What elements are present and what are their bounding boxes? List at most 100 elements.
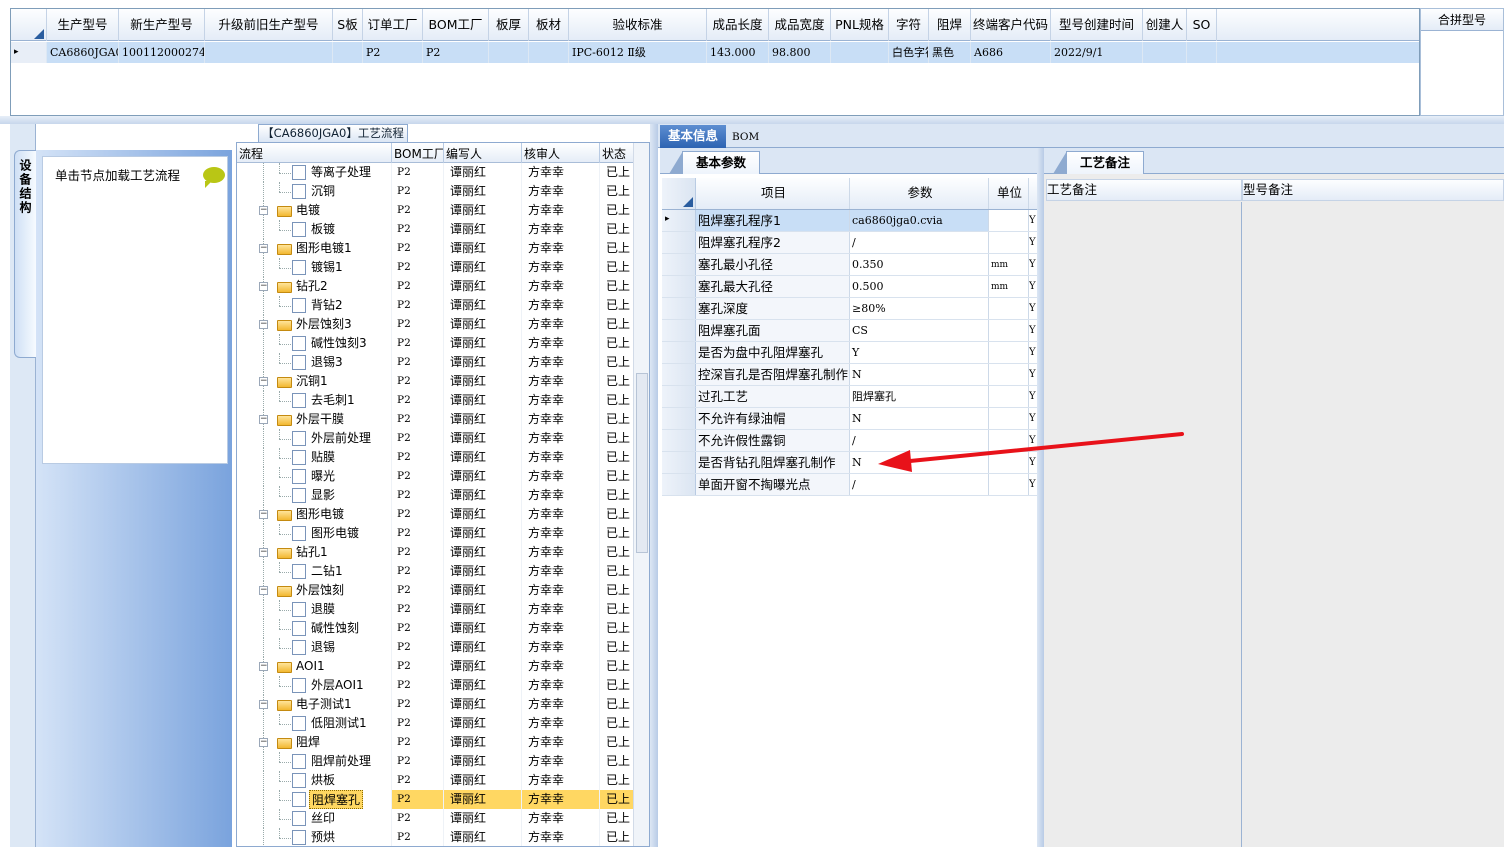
process-row[interactable]: − 沉铜1 P2 谭丽红 方幸幸 已上 [237, 372, 635, 391]
process-scroll-thumb[interactable] [636, 373, 648, 553]
column-header[interactable]: S板 [333, 9, 363, 41]
param-value-cell[interactable]: 0.350 [850, 254, 989, 275]
process-row[interactable]: 丝印 P2 谭丽红 方幸幸 已上 [237, 809, 635, 828]
process-tree-cell[interactable]: 等离子处理 [237, 163, 392, 182]
params-column-header[interactable]: 项目 [696, 178, 850, 209]
process-tree-cell[interactable]: 碱性蚀刻 [237, 619, 392, 638]
params-row[interactable]: 过孔工艺 阻焊塞孔 Y [662, 386, 1038, 408]
process-tree-cell[interactable]: 镀锡1 [237, 258, 392, 277]
grid-cell[interactable]: P2 [423, 42, 489, 63]
row-header[interactable] [662, 430, 696, 451]
process-row[interactable]: − 外层蚀刻3 P2 谭丽红 方幸幸 已上 [237, 315, 635, 334]
expand-icon[interactable]: − [259, 548, 268, 557]
process-tree-cell[interactable]: 去毛刺1 [237, 391, 392, 410]
params-row[interactable]: 塞孔最小孔径 0.350 mm Y [662, 254, 1038, 276]
node-box[interactable]: 单击节点加载工艺流程 [42, 156, 228, 464]
params-row[interactable]: 控深盲孔是否阻焊塞孔制作 N Y [662, 364, 1038, 386]
row-header[interactable] [662, 364, 696, 385]
process-row[interactable]: − 钻孔1 P2 谭丽红 方幸幸 已上 [237, 543, 635, 562]
row-header[interactable]: ▸ [662, 210, 696, 231]
model-notes-textarea[interactable] [1242, 202, 1504, 847]
vertical-splitter[interactable] [650, 124, 658, 847]
vertical-splitter-2[interactable] [1037, 148, 1044, 847]
param-value-cell[interactable]: ≥80% [850, 298, 989, 319]
column-header[interactable]: 订单工厂 [363, 9, 423, 41]
grid-cell[interactable] [1187, 42, 1217, 63]
process-tree-cell[interactable]: 低阻测试1 [237, 714, 392, 733]
row-header[interactable] [662, 276, 696, 297]
row-header[interactable] [662, 298, 696, 319]
process-tree-cell[interactable]: 退锡3 [237, 353, 392, 372]
expand-icon[interactable]: − [259, 586, 268, 595]
column-header[interactable]: 生产型号 [47, 9, 119, 41]
row-header[interactable] [662, 342, 696, 363]
process-column-header[interactable]: BOM工厂 [392, 143, 444, 163]
process-row[interactable]: 显影 P2 谭丽红 方幸幸 已上 [237, 486, 635, 505]
process-tree-cell[interactable]: − 电子测试1 [237, 695, 392, 714]
param-value-cell[interactable]: CS [850, 320, 989, 341]
param-value-cell[interactable]: 0.500 [850, 276, 989, 297]
column-header[interactable]: 新生产型号 [119, 9, 205, 41]
process-column-header[interactable]: 状态 [600, 143, 635, 163]
grid-cell[interactable] [831, 42, 889, 63]
tab-process-notes[interactable]: 工艺备注 [1053, 151, 1144, 174]
process-column-header[interactable]: 流程 [237, 143, 392, 163]
column-header[interactable]: 验收标准 [569, 9, 707, 41]
process-row[interactable]: 退锡 P2 谭丽红 方幸幸 已上 [237, 638, 635, 657]
grid-cell[interactable]: 98.800 [769, 42, 831, 63]
grid-cell[interactable]: A686 [971, 42, 1051, 63]
process-row[interactable]: 烘板 P2 谭丽红 方幸幸 已上 [237, 771, 635, 790]
grid-cell[interactable] [489, 42, 529, 63]
process-row[interactable]: − 图形电镀1 P2 谭丽红 方幸幸 已上 [237, 239, 635, 258]
process-row[interactable]: − 图形电镀 P2 谭丽红 方幸幸 已上 [237, 505, 635, 524]
process-row[interactable]: 低阻测试1 P2 谭丽红 方幸幸 已上 [237, 714, 635, 733]
grid-cell[interactable]: IPC-6012 Ⅱ级 [569, 42, 707, 63]
process-tree-cell[interactable]: − 图形电镀 [237, 505, 392, 524]
tab-basic-info[interactable]: 基本信息 [660, 125, 726, 148]
params-row[interactable]: ▸ 阻焊塞孔程序1 ca6860jga0.cvia Y [662, 210, 1038, 232]
row-header[interactable] [662, 474, 696, 495]
grid-cell[interactable]: 10011200027440 [119, 42, 205, 63]
param-value-cell[interactable]: 阻焊塞孔 [850, 386, 989, 407]
column-header[interactable]: 成品宽度 [769, 9, 831, 41]
params-column-header[interactable]: 参数 [850, 178, 989, 209]
process-row[interactable]: − 电子测试1 P2 谭丽红 方幸幸 已上 [237, 695, 635, 714]
expand-icon[interactable]: − [259, 282, 268, 291]
grid-cell[interactable] [333, 42, 363, 63]
params-row[interactable]: 阻焊塞孔面 CS Y [662, 320, 1038, 342]
column-header[interactable]: 成品长度 [707, 9, 769, 41]
process-row[interactable]: 退锡3 P2 谭丽红 方幸幸 已上 [237, 353, 635, 372]
process-tree-cell[interactable]: − 阻焊 [237, 733, 392, 752]
expand-icon[interactable]: − [259, 206, 268, 215]
grid-cell[interactable]: 143.000 [707, 42, 769, 63]
process-row[interactable]: 沉铜 P2 谭丽红 方幸幸 已上 [237, 182, 635, 201]
process-tree-cell[interactable]: 外层AOI1 [237, 676, 392, 695]
process-tree-cell[interactable]: 沉铜 [237, 182, 392, 201]
process-tree-cell[interactable]: − 外层蚀刻 [237, 581, 392, 600]
expand-icon[interactable]: − [259, 510, 268, 519]
grid-cell[interactable]: 白色字符 [889, 42, 929, 63]
params-row[interactable]: 塞孔最大孔径 0.500 mm Y [662, 276, 1038, 298]
row-header[interactable] [662, 452, 696, 473]
process-tree-cell[interactable]: 外层前处理 [237, 429, 392, 448]
expand-icon[interactable]: − [259, 700, 268, 709]
process-tree-cell[interactable]: 退锡 [237, 638, 392, 657]
process-tree-cell[interactable]: 丝印 [237, 809, 392, 828]
process-row[interactable]: 背钻2 P2 谭丽红 方幸幸 已上 [237, 296, 635, 315]
process-tree-cell[interactable]: 曝光 [237, 467, 392, 486]
process-row[interactable]: 图形电镀 P2 谭丽红 方幸幸 已上 [237, 524, 635, 543]
process-notes-textarea[interactable] [1046, 202, 1242, 847]
process-tree-cell[interactable]: − 图形电镀1 [237, 239, 392, 258]
process-row[interactable]: 贴膜 P2 谭丽红 方幸幸 已上 [237, 448, 635, 467]
params-row[interactable]: 阻焊塞孔程序2/Y [662, 232, 1038, 254]
process-tree-cell[interactable]: 显影 [237, 486, 392, 505]
tab-equipment-structure[interactable]: 设备结构 [14, 150, 36, 358]
column-header[interactable]: 板材 [529, 9, 569, 41]
process-row[interactable]: 碱性蚀刻 P2 谭丽红 方幸幸 已上 [237, 619, 635, 638]
process-row[interactable]: 阻焊塞孔 P2 谭丽红 方幸幸 已上 [237, 790, 635, 809]
grid-cell[interactable] [529, 42, 569, 63]
row-header[interactable] [662, 408, 696, 429]
column-header[interactable]: SO [1187, 9, 1217, 41]
product-grid-row[interactable]: ▸CA6860JGA010011200027440 P2P2 IPC-6012 Ⅱ级… [11, 42, 1419, 63]
column-header[interactable]: 阻焊 [929, 9, 971, 41]
